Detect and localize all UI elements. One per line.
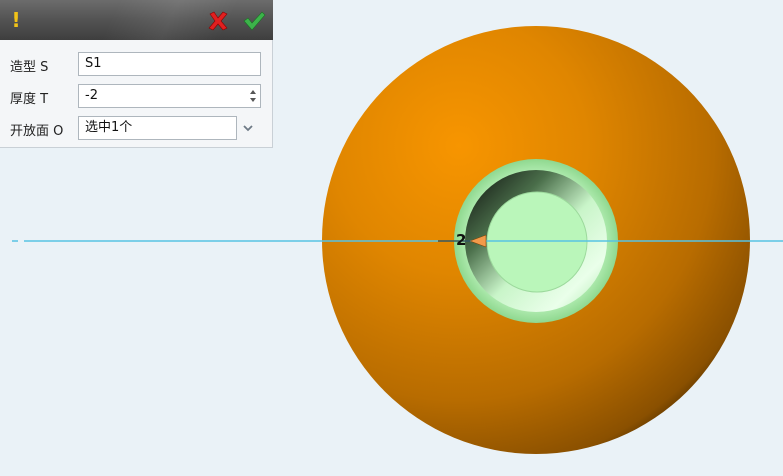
- open-face-row: 开放面 O 选中1个: [0, 116, 273, 142]
- chevron-down-icon[interactable]: [241, 121, 255, 135]
- thickness-input[interactable]: -2: [78, 84, 261, 108]
- thickness-value[interactable]: -2: [85, 88, 98, 103]
- panel-header: !: [0, 0, 273, 40]
- open-face-label: 开放面 O: [10, 124, 64, 139]
- shell-feature-panel: ! 造型 S S1 厚度 T -2 开放面 O 选中1个: [0, 0, 273, 148]
- green-checkmark-icon: [243, 11, 266, 31]
- up-down-stepper-icon[interactable]: [249, 87, 257, 105]
- open-face-select[interactable]: 选中1个: [78, 116, 237, 140]
- red-x-icon: [208, 11, 228, 31]
- exclamation-icon: !: [11, 8, 21, 32]
- thickness-label: 厚度 T: [10, 92, 49, 107]
- shape-input[interactable]: S1: [78, 52, 261, 76]
- shape-row: 造型 S S1: [0, 52, 273, 78]
- confirm-button[interactable]: [242, 10, 266, 32]
- cancel-button[interactable]: [207, 10, 229, 32]
- shape-label: 造型 S: [10, 60, 49, 75]
- thickness-row: 厚度 T -2: [0, 84, 273, 110]
- opening-inner-face: [486, 191, 588, 293]
- thickness-dimension-label[interactable]: 2: [456, 231, 466, 249]
